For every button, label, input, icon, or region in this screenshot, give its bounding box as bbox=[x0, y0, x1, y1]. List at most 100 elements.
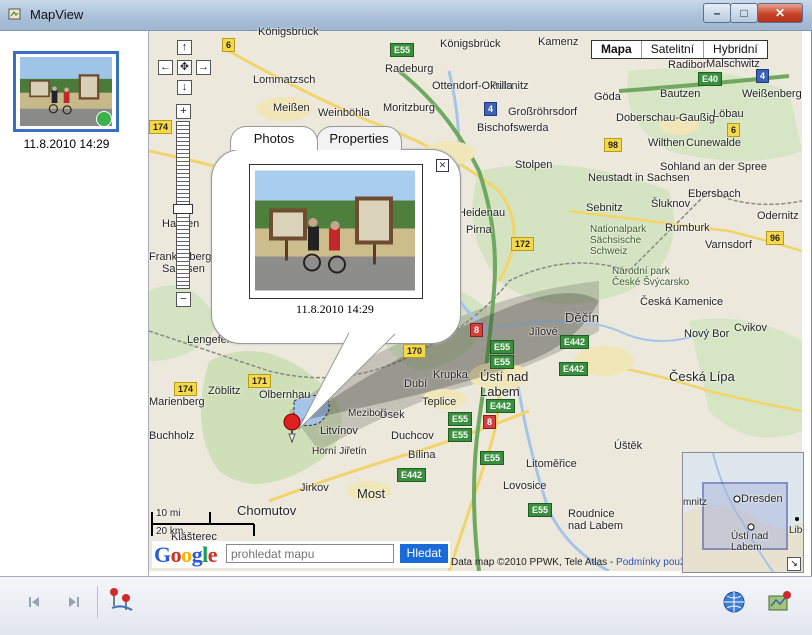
map-pin-icon[interactable] bbox=[767, 590, 793, 614]
route-icon[interactable] bbox=[108, 586, 136, 614]
globe-icon[interactable] bbox=[722, 590, 746, 614]
place-label: Krupka bbox=[433, 369, 468, 381]
place-label: Moritzburg bbox=[383, 102, 435, 114]
place-label: Lommatzsch bbox=[253, 74, 316, 86]
place-label: Bischofswerda bbox=[477, 122, 549, 134]
thumbnail-caption: 11.8.2010 14:29 bbox=[23, 137, 110, 151]
map-type-satellite[interactable]: Satelitní bbox=[642, 41, 705, 58]
place-label: Česká Kamenice bbox=[640, 296, 724, 308]
pan-down-button[interactable]: ↓ bbox=[177, 80, 192, 95]
road-shield: E442 bbox=[397, 468, 427, 482]
place-label: Nationalpark Sächsische Schweiz bbox=[590, 224, 647, 257]
place-label: Sohland an der Spree bbox=[660, 161, 768, 173]
place-label: Löbau bbox=[713, 108, 744, 120]
place-label: Doberschau-Gaußig bbox=[616, 112, 716, 124]
tab-photos[interactable]: Photos bbox=[230, 126, 318, 150]
place-label: Varnsdorf bbox=[705, 239, 752, 251]
place-label: Weinböhla bbox=[318, 107, 370, 119]
pan-up-button[interactable]: ↑ bbox=[177, 40, 192, 55]
search-input[interactable] bbox=[226, 544, 394, 563]
road-shield: E55 bbox=[390, 43, 415, 57]
info-window-pointer bbox=[297, 330, 400, 431]
place-label: Neustadt in Sachsen bbox=[588, 172, 690, 184]
place-label: Buchholz bbox=[149, 430, 195, 442]
road-shield: E40 bbox=[698, 72, 723, 86]
road-shield: 6 bbox=[222, 38, 236, 52]
overview-map-base bbox=[683, 453, 803, 572]
place-label: Šluknov bbox=[651, 198, 691, 210]
place-label: Weißenberg bbox=[742, 88, 802, 100]
road-shield: E442 bbox=[560, 335, 590, 349]
place-label: Bautzen bbox=[660, 88, 701, 100]
map-marker-icon[interactable] bbox=[282, 412, 302, 444]
zoom-in-button[interactable]: + bbox=[176, 104, 191, 119]
map-type-control: Mapa Satelitní Hybridní bbox=[591, 40, 768, 59]
overview-map[interactable]: Dresden Ústí nad Labem mnitz Libe ↘ bbox=[682, 452, 804, 573]
road-shield: 96 bbox=[766, 231, 785, 245]
place-label: Národní park České Švýcarsko bbox=[612, 266, 690, 288]
photo-thumbnail[interactable] bbox=[13, 51, 119, 132]
place-label: Česká Lípa bbox=[669, 369, 735, 384]
overview-toggle-icon[interactable]: ↘ bbox=[787, 557, 801, 571]
first-icon[interactable] bbox=[26, 594, 42, 610]
info-close-button[interactable]: ✕ bbox=[436, 159, 449, 172]
place-label: Ebersbach bbox=[688, 188, 741, 200]
road-shield: 8 bbox=[483, 415, 497, 429]
place-label: Göda bbox=[594, 91, 621, 103]
road-shield: 4 bbox=[484, 102, 498, 116]
place-label: Ottendorf-Okrilla bbox=[432, 80, 513, 92]
window-title: MapView bbox=[30, 7, 84, 22]
place-label: Königsbrück bbox=[258, 26, 319, 38]
road-shield: E55 bbox=[480, 451, 505, 465]
place-label: Malschwitz bbox=[706, 58, 760, 70]
pan-right-button[interactable]: → bbox=[196, 60, 211, 75]
app-icon bbox=[8, 7, 22, 21]
road-shield: 4 bbox=[756, 69, 770, 83]
map-type-mapa[interactable]: Mapa bbox=[592, 41, 642, 58]
place-label: Most bbox=[357, 486, 386, 501]
place-label: Rumburk bbox=[665, 222, 710, 234]
overview-place: Libe bbox=[789, 525, 803, 536]
place-label: Königsbrück bbox=[440, 38, 501, 50]
place-label: Jirkov bbox=[300, 482, 329, 494]
road-shield: E55 bbox=[528, 503, 553, 517]
place-label: Nový Bor bbox=[684, 328, 730, 340]
next-icon[interactable] bbox=[66, 594, 82, 610]
copyright-text: Data map ©2010 PPWK, Tele Atlas - bbox=[451, 557, 617, 568]
zoom-out-button[interactable]: − bbox=[176, 292, 191, 307]
road-shield: E55 bbox=[490, 340, 515, 354]
road-shield: 174 bbox=[174, 382, 198, 396]
place-label: Cvikov bbox=[734, 322, 768, 334]
road-shield: 8 bbox=[470, 323, 484, 337]
place-label: Pirna bbox=[466, 224, 492, 236]
road-shield: E55 bbox=[448, 428, 473, 442]
search-button[interactable]: Hledat bbox=[400, 544, 448, 563]
place-label: Sebnitz bbox=[586, 202, 623, 214]
place-label: Jílové bbox=[529, 326, 558, 338]
road-shield: E442 bbox=[559, 362, 589, 376]
info-caption: 11.8.2010 14:29 bbox=[296, 302, 374, 316]
place-label: Ústí nad Labem bbox=[480, 369, 529, 399]
place-label: Horní Jiřetín bbox=[312, 446, 367, 457]
pan-center-button[interactable]: ✥ bbox=[177, 60, 192, 75]
maximize-button[interactable]: □ bbox=[730, 3, 758, 23]
info-photo[interactable] bbox=[255, 170, 415, 291]
place-label: Radeburg bbox=[385, 63, 434, 75]
thumbnail-panel: 11.8.2010 14:29 bbox=[0, 31, 149, 576]
zoom-slider-handle[interactable] bbox=[173, 204, 193, 214]
minimize-button[interactable]: – bbox=[703, 3, 731, 23]
close-button[interactable]: ✕ bbox=[757, 3, 803, 23]
tab-properties[interactable]: Properties bbox=[316, 126, 402, 150]
overview-place: mnitz bbox=[683, 497, 707, 508]
road-shield: 171 bbox=[248, 374, 272, 388]
road-shield: 6 bbox=[727, 123, 741, 137]
place-label: Dubí bbox=[404, 378, 428, 390]
pan-left-button[interactable]: ← bbox=[158, 60, 173, 75]
map-type-hybrid[interactable]: Hybridní bbox=[704, 41, 767, 58]
place-label: Wilthen bbox=[648, 137, 685, 149]
place-label: Bílina bbox=[408, 449, 436, 461]
place-label: Teplice bbox=[422, 396, 457, 408]
road-shield: E55 bbox=[490, 355, 515, 369]
place-label: Kamenz bbox=[538, 36, 579, 48]
google-logo: Google bbox=[154, 542, 218, 567]
